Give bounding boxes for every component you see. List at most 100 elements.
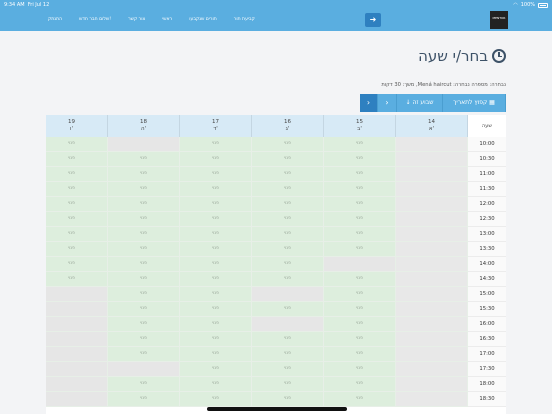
nav-link[interactable]: ראשי — [162, 17, 172, 22]
free-slot[interactable]: פנוי — [252, 272, 324, 287]
free-slot[interactable]: פנוי — [252, 392, 324, 407]
free-slot[interactable]: פנוי — [324, 197, 396, 212]
free-slot[interactable]: פנוי — [252, 212, 324, 227]
free-slot[interactable]: פנוי — [108, 197, 180, 212]
free-slot[interactable]: פנוי — [252, 242, 324, 257]
free-slot[interactable]: פנוי — [180, 167, 252, 182]
free-slot[interactable]: פנוי — [108, 257, 180, 272]
hour-label: 16:30 — [468, 332, 506, 347]
day-column-header: 17 ד' — [180, 115, 252, 137]
free-slot[interactable]: פנוי — [324, 167, 396, 182]
free-slot[interactable]: פנוי — [324, 287, 396, 302]
free-slot[interactable]: פנוי — [108, 272, 180, 287]
top-bar: 9:34 AM Fri Jul 12 ◠ 100% התנתק שלום חבר … — [0, 0, 552, 31]
free-slot[interactable]: פנוי — [108, 212, 180, 227]
free-slot[interactable]: פנוי — [324, 377, 396, 392]
free-slot[interactable]: פנוי — [324, 347, 396, 362]
free-slot[interactable]: פנוי — [180, 197, 252, 212]
free-slot[interactable]: פנוי — [324, 152, 396, 167]
hour-label: 12:30 — [468, 212, 506, 227]
free-slot[interactable]: פנוי — [108, 227, 180, 242]
free-slot[interactable]: פנוי — [324, 137, 396, 152]
free-slot[interactable]: פנוי — [46, 257, 108, 272]
unavailable-slot — [396, 287, 468, 302]
free-slot[interactable]: פנוי — [46, 227, 108, 242]
free-slot[interactable]: פנוי — [180, 332, 252, 347]
free-slot[interactable]: פנוי — [46, 272, 108, 287]
free-slot[interactable]: פנוי — [252, 197, 324, 212]
free-slot[interactable]: פנוי — [180, 317, 252, 332]
free-slot[interactable]: פנוי — [324, 392, 396, 407]
free-slot[interactable]: פנוי — [108, 167, 180, 182]
free-slot[interactable]: פנוי — [180, 362, 252, 377]
free-slot[interactable]: פנוי — [108, 152, 180, 167]
free-slot[interactable]: פנוי — [252, 182, 324, 197]
free-slot[interactable]: פנוי — [108, 332, 180, 347]
free-slot[interactable]: פנוי — [108, 302, 180, 317]
this-week-button[interactable]: ↓ שבוע זה — [397, 94, 443, 112]
free-slot[interactable]: פנוי — [46, 137, 108, 152]
free-slot[interactable]: פנוי — [252, 152, 324, 167]
free-slot[interactable]: פנוי — [180, 347, 252, 362]
prev-week-button[interactable]: › — [360, 94, 378, 112]
free-slot[interactable]: פנוי — [252, 257, 324, 272]
nav-link[interactable]: תורים שנקבעו — [189, 17, 217, 22]
free-slot[interactable]: פנוי — [324, 212, 396, 227]
free-slot[interactable]: פנוי — [324, 362, 396, 377]
free-slot[interactable]: פנוי — [180, 137, 252, 152]
free-slot[interactable]: פנוי — [46, 242, 108, 257]
free-slot[interactable]: פנוי — [108, 317, 180, 332]
nav-link[interactable]: התנתק — [48, 17, 62, 22]
nav-link[interactable]: קביעת תור — [234, 17, 255, 22]
free-slot[interactable]: פנוי — [46, 167, 108, 182]
free-slot[interactable]: פנוי — [108, 242, 180, 257]
free-slot[interactable]: פנוי — [180, 302, 252, 317]
free-slot[interactable]: פנוי — [108, 392, 180, 407]
free-slot[interactable]: פנוי — [324, 272, 396, 287]
unavailable-slot — [46, 287, 108, 302]
free-slot[interactable]: פנוי — [252, 332, 324, 347]
jump-to-date-button[interactable]: קפוץ לתאריך ▦ — [443, 94, 506, 112]
free-slot[interactable]: פנוי — [324, 227, 396, 242]
hour-column-header: שעה — [468, 115, 506, 137]
free-slot[interactable]: פנוי — [324, 182, 396, 197]
free-slot[interactable]: פנוי — [46, 182, 108, 197]
free-slot[interactable]: פנוי — [180, 257, 252, 272]
free-slot[interactable]: פנוי — [180, 377, 252, 392]
free-slot[interactable]: פנוי — [324, 242, 396, 257]
logo: MENTOR — [490, 11, 508, 29]
free-slot[interactable]: פנוי — [252, 167, 324, 182]
free-slot[interactable]: פנוי — [180, 242, 252, 257]
free-slot[interactable]: פנוי — [180, 392, 252, 407]
free-slot[interactable]: פנוי — [324, 302, 396, 317]
unavailable-slot — [46, 347, 108, 362]
free-slot[interactable]: פנוי — [46, 212, 108, 227]
free-slot[interactable]: פנוי — [252, 362, 324, 377]
free-slot[interactable]: פנוי — [108, 287, 180, 302]
free-slot[interactable]: פנוי — [108, 182, 180, 197]
logout-arrow-button[interactable]: ➜ — [365, 13, 381, 27]
free-slot[interactable]: פנוי — [46, 152, 108, 167]
free-slot[interactable]: פנוי — [252, 137, 324, 152]
free-slot[interactable]: פנוי — [252, 302, 324, 317]
free-slot[interactable]: פנוי — [180, 287, 252, 302]
free-slot[interactable]: פנוי — [108, 377, 180, 392]
free-slot[interactable]: פנוי — [252, 377, 324, 392]
free-slot[interactable]: פנוי — [324, 332, 396, 347]
free-slot[interactable]: פנוי — [180, 152, 252, 167]
nav-link[interactable]: צור קשר — [128, 17, 145, 22]
schedule-grid: שעה 14 א' 15 ב' 16 ג' 17 ד' 18 ה' 19 ו' 10:00 פנוי פנוי… — [46, 115, 506, 414]
nav-link[interactable]: שלום חבר חדש! — [79, 17, 111, 22]
free-slot[interactable]: פנוי — [46, 197, 108, 212]
free-slot[interactable]: פנוי — [180, 182, 252, 197]
free-slot[interactable]: פנוי — [252, 347, 324, 362]
next-week-button[interactable]: › — [378, 94, 397, 112]
free-slot[interactable]: פנוי — [252, 227, 324, 242]
free-slot[interactable]: פנוי — [180, 227, 252, 242]
day-abbr: ד' — [213, 126, 218, 132]
free-slot[interactable]: פנוי — [180, 272, 252, 287]
free-slot[interactable]: פנוי — [108, 347, 180, 362]
free-slot[interactable]: פנוי — [180, 212, 252, 227]
unavailable-slot — [46, 317, 108, 332]
free-slot[interactable]: פנוי — [324, 317, 396, 332]
